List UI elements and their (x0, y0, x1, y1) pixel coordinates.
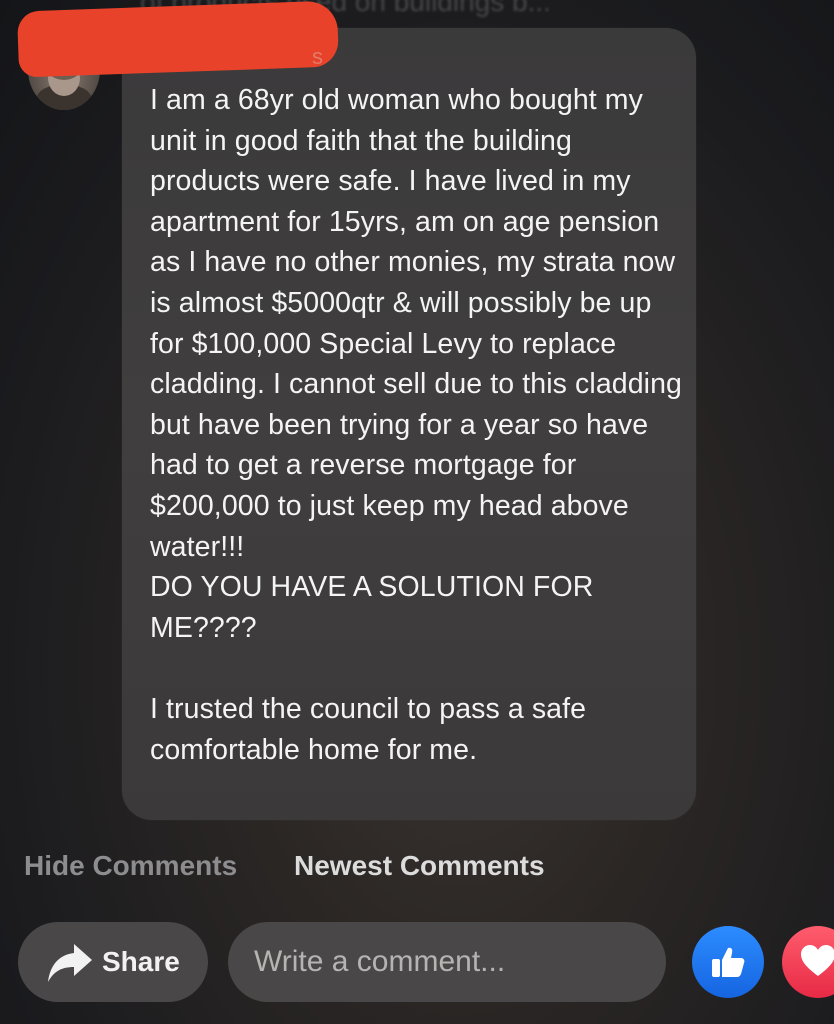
hide-comments-link[interactable]: Hide Comments (24, 850, 237, 882)
redacted-author-name (16, 0, 340, 78)
comment-input[interactable] (228, 922, 666, 1002)
comment-text: I am a 68yr old woman who bought my unit… (150, 84, 682, 766)
thumbs-up-icon (712, 947, 745, 977)
love-reaction-button[interactable] (782, 926, 834, 998)
share-label: Share (102, 946, 180, 977)
share-arrow-icon (46, 940, 94, 984)
comment-actions-row: Hide Comments Newest Comments (0, 850, 834, 890)
newest-comments-sort[interactable]: Newest Comments (294, 850, 545, 882)
share-button[interactable]: Share (18, 922, 208, 1002)
comment-author-name-fragment[interactable]: s (312, 44, 323, 70)
heart-icon (801, 945, 834, 976)
like-reaction-button[interactable] (692, 926, 764, 998)
